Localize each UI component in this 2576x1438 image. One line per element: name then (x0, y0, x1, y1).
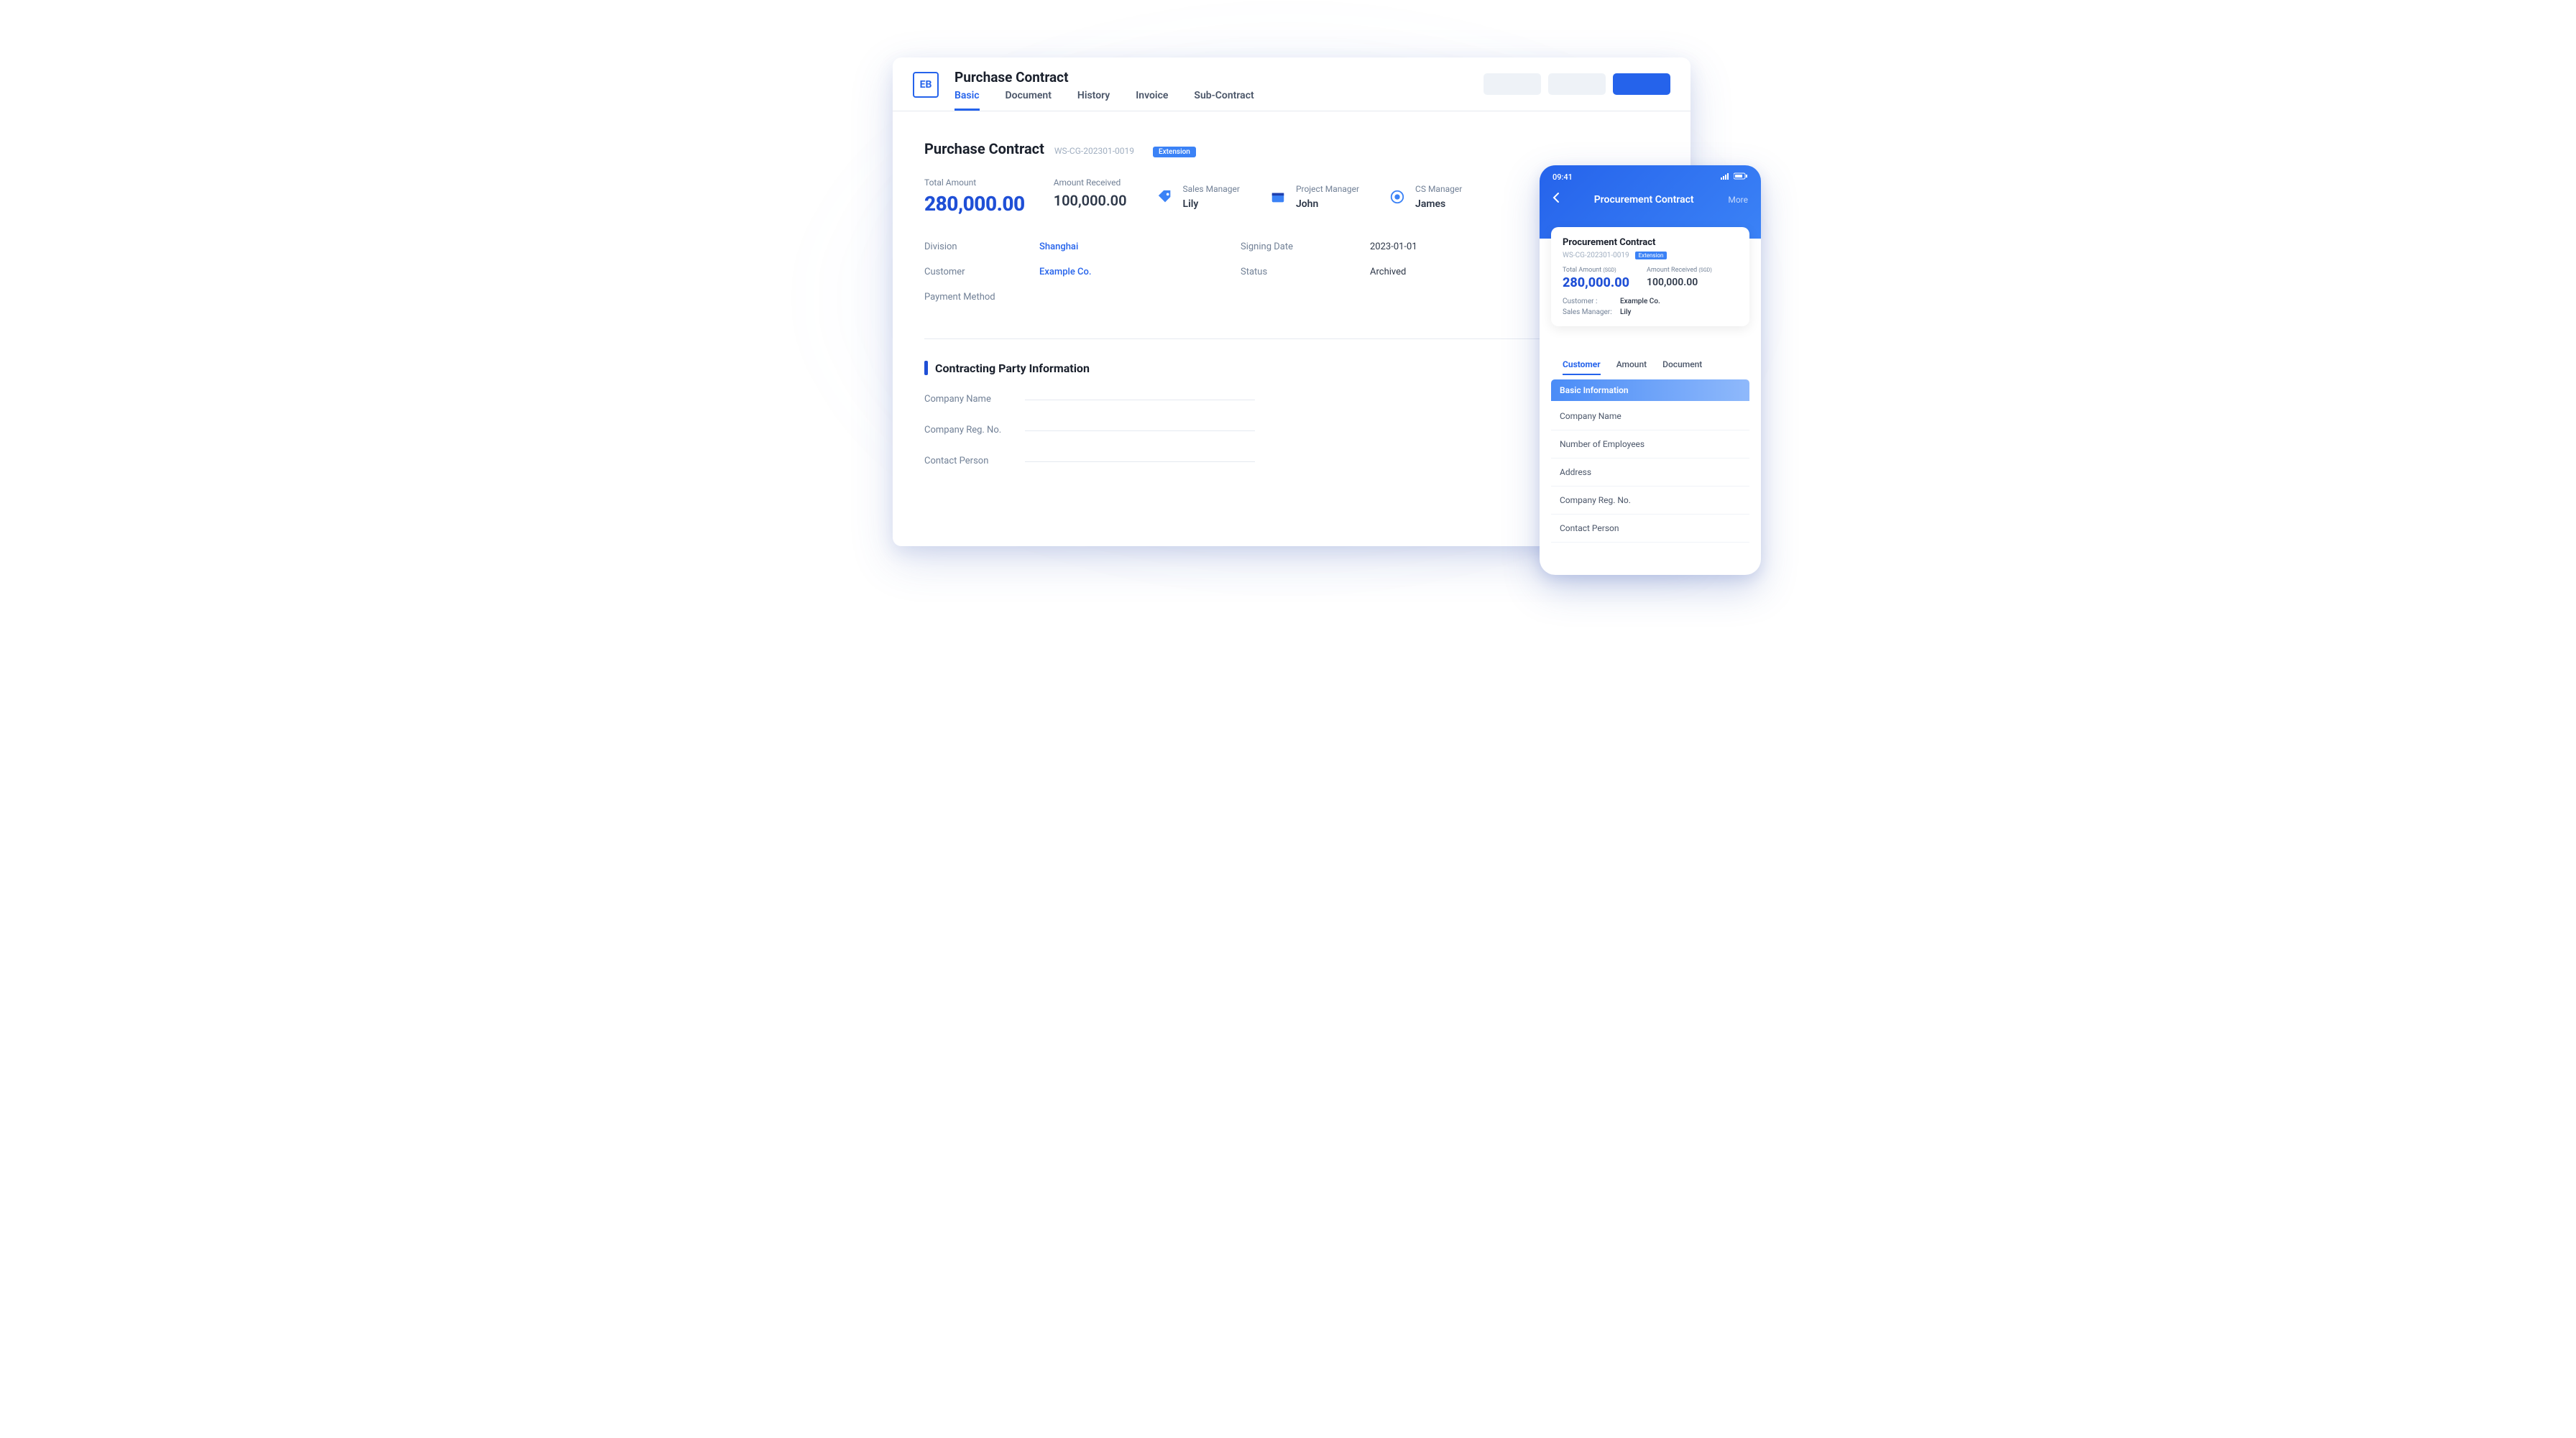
status-label: Status (1241, 267, 1356, 277)
company-reg-label: Company Reg. No. (924, 425, 1025, 435)
app-logo: EB (913, 72, 939, 98)
contact-person-label: Contact Person (924, 456, 1025, 466)
payment-method-label: Payment Method (924, 292, 1025, 303)
back-button[interactable] (1552, 192, 1560, 207)
mobile-received-label: Amount Received (1647, 267, 1697, 274)
mobile-stat-received: Amount Received (SGD) 100,000.00 (1647, 267, 1712, 290)
mobile-total-value: 280,000.00 (1563, 275, 1629, 290)
mobile-tab-customer[interactable]: Customer (1563, 359, 1601, 375)
cs-manager-label: CS Manager (1415, 184, 1462, 194)
tab-basic[interactable]: Basic (954, 90, 980, 111)
list-item[interactable]: Contact Person (1551, 515, 1749, 543)
status-icons (1721, 172, 1748, 182)
stat-total-amount: Total Amount 280,000.00 (924, 178, 1025, 216)
contract-id: WS-CG-202301-0019 (1054, 146, 1134, 156)
mobile-kv-customer: Customer : Example Co. (1563, 298, 1738, 305)
stat-project-manager: Project Manager John (1269, 178, 1359, 216)
tab-document[interactable]: Document (1006, 90, 1052, 111)
more-button[interactable]: More (1728, 195, 1748, 205)
section-title: Contracting Party Information (935, 361, 1090, 375)
page-title: Purchase Contract (954, 69, 1484, 86)
mobile-kv-sales: Sales Manager: Lily (1563, 308, 1738, 316)
mobile-extension-badge: Extension (1635, 252, 1668, 259)
headset-icon (1388, 188, 1407, 206)
header-button-2[interactable] (1548, 73, 1606, 95)
mobile-received-value: 100,000.00 (1647, 277, 1712, 288)
tag-icon (1156, 188, 1174, 206)
header-button-1[interactable] (1484, 73, 1541, 95)
mobile-contract-id: WS-CG-202301-0019 (1563, 252, 1629, 259)
company-name-label: Company Name (924, 394, 1025, 405)
amount-received-value: 100,000.00 (1054, 192, 1127, 209)
project-manager-value: John (1296, 198, 1359, 210)
mobile-stat-total: Total Amount (SGD) 280,000.00 (1563, 267, 1629, 290)
mobile-list: Company Name Number of Employees Address… (1551, 402, 1749, 543)
total-amount-label: Total Amount (924, 178, 1025, 188)
tab-sub-contract[interactable]: Sub-Contract (1194, 90, 1254, 111)
project-manager-label: Project Manager (1296, 184, 1359, 194)
status-time: 09:41 (1552, 172, 1573, 182)
company-name-input[interactable] (1025, 399, 1255, 400)
stat-sales-manager: Sales Manager Lily (1156, 178, 1240, 216)
header-button-primary[interactable] (1613, 73, 1670, 95)
header-actions (1484, 73, 1670, 95)
mobile-tab-amount[interactable]: Amount (1616, 359, 1647, 375)
signing-date-label: Signing Date (1241, 241, 1356, 252)
box-icon (1269, 188, 1287, 206)
signal-icon (1721, 172, 1731, 182)
mobile-total-unit: (SGD) (1603, 267, 1616, 273)
mobile-window: 09:41 Procurement Contract More (1540, 165, 1761, 575)
status-value: Archived (1370, 267, 1514, 277)
customer-value[interactable]: Example Co. (1039, 267, 1226, 277)
mobile-tabs: Customer Amount Document (1540, 354, 1761, 375)
desktop-header: EB Purchase Contract Basic Document Hist… (893, 57, 1690, 111)
mobile-sales-value: Lily (1620, 308, 1631, 316)
section-bar-icon (924, 361, 928, 375)
list-item[interactable]: Number of Employees (1551, 430, 1749, 458)
sales-manager-value: Lily (1183, 198, 1240, 210)
mobile-received-unit: (SGD) (1698, 267, 1711, 273)
mobile-section-header: Basic Information (1551, 379, 1749, 401)
mobile-total-label: Total Amount (1563, 267, 1601, 274)
mobile-status-bar: 09:41 (1552, 172, 1748, 182)
extension-badge: Extension (1153, 147, 1196, 157)
contract-title: Purchase Contract (924, 140, 1044, 157)
mobile-summary-card: Procurement Contract WS-CG-202301-0019 E… (1551, 227, 1749, 326)
amount-received-label: Amount Received (1054, 178, 1127, 188)
contact-person-input[interactable] (1025, 461, 1255, 462)
tab-invoice[interactable]: Invoice (1136, 90, 1168, 111)
mobile-nav: Procurement Contract More (1552, 192, 1748, 207)
customer-label: Customer (924, 267, 1025, 277)
mobile-contract-title: Procurement Contract (1563, 237, 1738, 248)
mobile-customer-label: Customer : (1563, 298, 1614, 305)
desktop-tabs: Basic Document History Invoice Sub-Contr… (954, 90, 1484, 111)
list-item[interactable]: Address (1551, 458, 1749, 487)
signing-date-value: 2023-01-01 (1370, 241, 1514, 252)
total-amount-value: 280,000.00 (924, 192, 1025, 216)
stat-amount-received: Amount Received 100,000.00 (1054, 178, 1127, 216)
list-item[interactable]: Company Reg. No. (1551, 487, 1749, 515)
division-label: Division (924, 241, 1025, 252)
mobile-nav-title: Procurement Contract (1594, 194, 1694, 206)
mobile-tab-document[interactable]: Document (1662, 359, 1702, 375)
battery-icon (1734, 172, 1748, 182)
breadcrumb: Purchase Contract WS-CG-202301-0019 Exte… (924, 140, 1659, 157)
cs-manager-value: James (1415, 198, 1462, 210)
mobile-sales-label: Sales Manager: (1563, 308, 1614, 316)
company-reg-input[interactable] (1025, 430, 1255, 431)
list-item[interactable]: Company Name (1551, 402, 1749, 430)
sales-manager-label: Sales Manager (1183, 184, 1240, 194)
tab-history[interactable]: History (1077, 90, 1110, 111)
division-value[interactable]: Shanghai (1039, 241, 1226, 252)
mobile-customer-value: Example Co. (1620, 298, 1660, 305)
stat-cs-manager: CS Manager James (1388, 178, 1462, 216)
